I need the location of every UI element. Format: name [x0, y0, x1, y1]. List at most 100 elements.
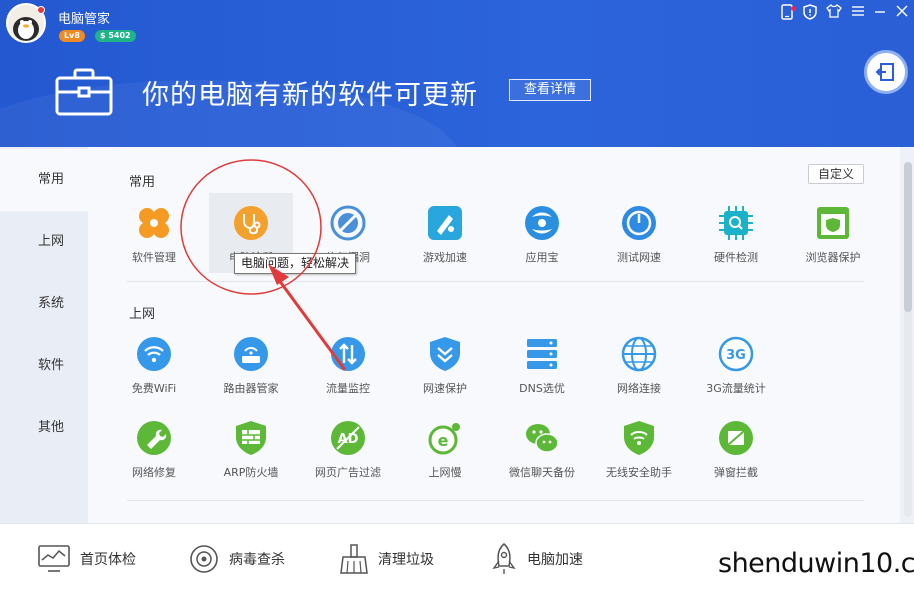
broom-icon [340, 544, 368, 574]
tool-label: 网速保护 [423, 382, 467, 395]
tool-free-wifi[interactable]: 免费WiFi [109, 324, 199, 404]
tool-label: 免费WiFi [131, 382, 177, 395]
tool-traffic-monitor[interactable]: 流量监控 [303, 324, 393, 404]
notification-dot [37, 6, 45, 14]
tool-popup-block[interactable]: 弹窗拦截 [691, 408, 781, 488]
phone-button[interactable] [777, 4, 797, 24]
side-item-software[interactable]: 软件 [0, 335, 88, 397]
skin-button[interactable] [824, 4, 844, 24]
wifi-shield-icon [624, 421, 654, 455]
bottom-item-clean-junk[interactable]: 清理垃圾 [340, 542, 434, 576]
bottom-item-label: 病毒查杀 [229, 552, 285, 568]
close-button[interactable] [892, 4, 912, 24]
tool-network-repair[interactable]: 网络修复 [109, 408, 199, 488]
tool-label: 测试网速 [617, 251, 661, 264]
stethoscope-icon [234, 206, 268, 240]
tool-speed-protect[interactable]: 网速保护 [400, 324, 490, 404]
tool-app-store[interactable]: 应用宝 [497, 193, 587, 273]
side-item-other[interactable]: 其他 [0, 397, 88, 459]
tool-router-manager[interactable]: 路由器管家 [206, 324, 296, 404]
app-store-icon [525, 206, 559, 240]
tool-label: 无线安全助手 [606, 466, 672, 479]
tool-browser-protect[interactable]: 浏览器保护 [788, 193, 878, 273]
tool-hardware-check[interactable]: 硬件检测 [691, 193, 781, 273]
customize-button[interactable]: 自定义 [808, 164, 864, 184]
tool-label: 弹窗拦截 [714, 466, 758, 479]
tool-label: 游戏加速 [423, 251, 467, 264]
wifi-icon [137, 337, 171, 371]
speedometer-icon [622, 206, 656, 240]
tool-3g-traffic[interactable]: 3G 3G流量统计 [691, 324, 781, 404]
tool-wechat-backup[interactable]: 微信聊天备份 [497, 408, 587, 488]
section-divider [127, 281, 864, 282]
phone-badge-dot [791, 6, 796, 11]
game-boost-icon [428, 206, 462, 240]
tool-game-boost[interactable]: 游戏加速 [400, 193, 490, 273]
wechat-icon [526, 424, 559, 453]
side-navigation: 常用 上网 系统 软件 其他 [0, 147, 88, 523]
scrollbar[interactable] [904, 162, 912, 517]
router-icon [234, 337, 268, 371]
bottom-item-label: 清理垃圾 [378, 552, 434, 568]
tool-ad-filter[interactable]: AD 网页广告过滤 [303, 408, 393, 488]
tooltip: 电脑问题，轻松解决 [234, 253, 357, 274]
tool-speed-test[interactable]: 测试网速 [594, 193, 684, 273]
coin-badge[interactable]: $ 5402 [95, 30, 136, 42]
ad-block-icon: AD [331, 421, 365, 455]
speed-shield-icon [430, 337, 460, 371]
header-banner: 电脑管家 Lv8 $ 5402 你的电脑有新的软件可更新 查看详情 [0, 0, 914, 147]
globe-icon [621, 336, 657, 372]
tool-software-manager[interactable]: 软件管理 [109, 193, 199, 273]
minimize-button[interactable] [870, 4, 890, 24]
firewall-icon [236, 421, 266, 455]
exit-icon [875, 63, 894, 81]
chip-icon [719, 206, 753, 240]
tool-label: DNS选优 [519, 382, 565, 395]
bottom-item-label: 首页体检 [80, 552, 136, 568]
tool-label: 浏览器保护 [805, 251, 861, 264]
svg-text:e: e [438, 431, 449, 450]
side-item-system[interactable]: 系统 [0, 273, 88, 335]
bottom-item-label: 电脑加速 [527, 552, 583, 568]
watermark: shenduwin10.com [718, 548, 914, 579]
exit-panel-button[interactable] [864, 50, 908, 94]
svg-text:3G: 3G [726, 348, 746, 363]
side-item-internet[interactable]: 上网 [0, 211, 88, 273]
bottom-item-home-check[interactable]: 首页体检 [38, 542, 136, 576]
bottom-item-virus-scan[interactable]: 病毒查杀 [189, 542, 285, 576]
section-title-common: 常用 [129, 175, 156, 190]
tool-network-connect[interactable]: 网络连接 [594, 324, 684, 404]
tool-label: 网络修复 [132, 466, 176, 479]
dns-server-icon [527, 339, 557, 369]
tool-label: 流量监控 [326, 382, 370, 395]
tool-label: 路由器管家 [223, 382, 279, 395]
tshirt-icon [826, 4, 842, 18]
tool-label: 硬件检测 [714, 251, 758, 264]
wrench-icon [137, 421, 171, 455]
tool-label: 3G流量统计 [706, 382, 766, 395]
menu-button[interactable] [848, 4, 868, 24]
tool-dns-optimize[interactable]: DNS选优 [497, 324, 587, 404]
tool-wifi-security[interactable]: 无线安全助手 [594, 408, 684, 488]
side-item-common[interactable]: 常用 [0, 149, 88, 211]
scrollbar-thumb[interactable] [904, 162, 912, 312]
view-details-button[interactable]: 查看详情 [509, 79, 591, 101]
toolbox-icon [55, 68, 113, 116]
tool-label: 网页广告过滤 [315, 466, 381, 479]
tool-arp-firewall[interactable]: ARP防火墙 [206, 408, 296, 488]
shield-button[interactable] [800, 4, 820, 24]
3g-icon: 3G [718, 336, 754, 372]
traffic-icon [331, 337, 365, 371]
bottom-item-pc-boost[interactable]: 电脑加速 [491, 542, 583, 576]
level-badge[interactable]: Lv8 [59, 30, 85, 42]
close-icon [896, 5, 908, 17]
tool-label: 应用宝 [525, 251, 559, 264]
virus-scan-icon [190, 545, 218, 573]
browser-shield-icon [817, 207, 849, 239]
section-divider [127, 500, 864, 501]
tool-label: 微信聊天备份 [509, 466, 575, 479]
ie-bug-icon: e [428, 423, 460, 455]
tool-slow-internet[interactable]: e 上网慢 [400, 408, 490, 488]
clover-icon [139, 208, 169, 238]
monitor-chart-icon [38, 545, 70, 572]
